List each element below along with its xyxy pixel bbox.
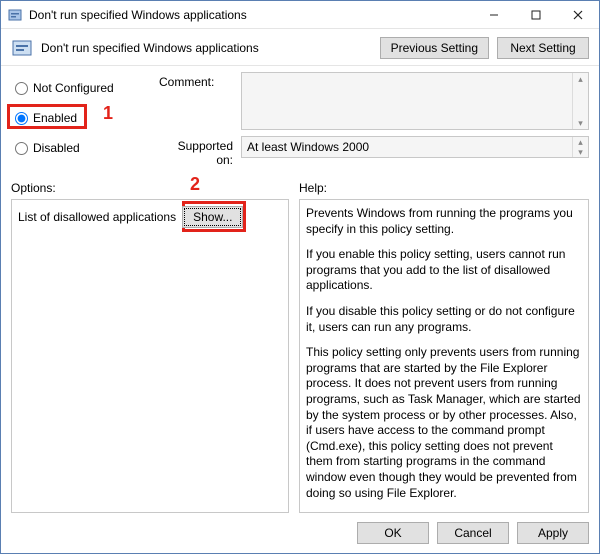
radio-group: Not Configured Enabled Disabled 1 xyxy=(11,72,159,173)
radio-not-configured-input[interactable] xyxy=(15,82,28,95)
footer: OK Cancel Apply xyxy=(1,513,599,553)
scroll-up-icon[interactable]: ▴ xyxy=(573,137,588,147)
supported-input-wrap: At least Windows 2000 ▴ ▾ xyxy=(241,136,589,158)
close-button[interactable] xyxy=(557,1,599,29)
ok-button[interactable]: OK xyxy=(357,522,429,544)
options-label: Options: xyxy=(11,177,289,199)
policy-large-icon xyxy=(11,37,33,59)
titlebar: Don't run specified Windows applications xyxy=(1,1,599,29)
maximize-button[interactable] xyxy=(515,1,557,29)
option-item-label: List of disallowed applications xyxy=(18,210,176,224)
help-box[interactable]: Prevents Windows from running the progra… xyxy=(299,199,589,513)
radio-enabled-label: Enabled xyxy=(33,111,77,125)
radio-enabled-input[interactable] xyxy=(15,112,28,125)
cancel-button[interactable]: Cancel xyxy=(437,522,509,544)
comment-row: Comment: ▴ ▾ xyxy=(159,72,589,130)
help-paragraph: If you disable this policy setting or do… xyxy=(306,304,582,335)
mid-section: Options: 2 List of disallowed applicatio… xyxy=(1,173,599,513)
comment-input[interactable] xyxy=(242,73,572,129)
radio-not-configured[interactable]: Not Configured xyxy=(11,75,159,101)
scroll-down-icon[interactable]: ▾ xyxy=(573,147,588,157)
show-button[interactable]: Show... xyxy=(182,206,243,228)
supported-scroll: ▴ ▾ xyxy=(572,137,588,157)
help-paragraph: If you enable this policy setting, users… xyxy=(306,247,582,294)
fields-column: Comment: ▴ ▾ Supported on: At least Wind… xyxy=(159,72,589,173)
minimize-button[interactable] xyxy=(473,1,515,29)
policy-icon xyxy=(7,7,23,23)
supported-value: At least Windows 2000 xyxy=(242,137,572,157)
dialog-window: Don't run specified Windows applications… xyxy=(0,0,600,554)
apply-button[interactable]: Apply xyxy=(517,522,589,544)
options-box: 2 List of disallowed applications Show..… xyxy=(11,199,289,513)
option-row: List of disallowed applications Show... xyxy=(18,206,282,228)
supported-label: Supported on: xyxy=(159,136,241,167)
supported-row: Supported on: At least Windows 2000 ▴ ▾ xyxy=(159,136,589,167)
next-setting-button[interactable]: Next Setting xyxy=(497,37,589,59)
comment-input-wrap: ▴ ▾ xyxy=(241,72,589,130)
config-area: Not Configured Enabled Disabled 1 Commen… xyxy=(1,66,599,173)
help-paragraph: Prevents Windows from running the progra… xyxy=(306,206,582,237)
radio-disabled-label: Disabled xyxy=(33,141,80,155)
help-label: Help: xyxy=(299,177,589,199)
radio-enabled[interactable]: Enabled xyxy=(11,105,159,131)
help-column: Help: Prevents Windows from running the … xyxy=(299,177,589,513)
radio-not-configured-label: Not Configured xyxy=(33,81,114,95)
header-title: Don't run specified Windows applications xyxy=(41,41,372,55)
comment-label: Comment: xyxy=(159,72,241,89)
comment-scroll: ▴ ▾ xyxy=(572,73,588,129)
window-title: Don't run specified Windows applications xyxy=(29,8,473,22)
scroll-down-icon[interactable]: ▾ xyxy=(573,117,588,129)
help-paragraph: This policy setting only prevents users … xyxy=(306,345,582,501)
options-column: Options: 2 List of disallowed applicatio… xyxy=(11,177,289,513)
previous-setting-button[interactable]: Previous Setting xyxy=(380,37,489,59)
radio-disabled-input[interactable] xyxy=(15,142,28,155)
header: Don't run specified Windows applications… xyxy=(1,29,599,66)
scroll-up-icon[interactable]: ▴ xyxy=(573,73,588,85)
radio-disabled[interactable]: Disabled xyxy=(11,135,159,161)
